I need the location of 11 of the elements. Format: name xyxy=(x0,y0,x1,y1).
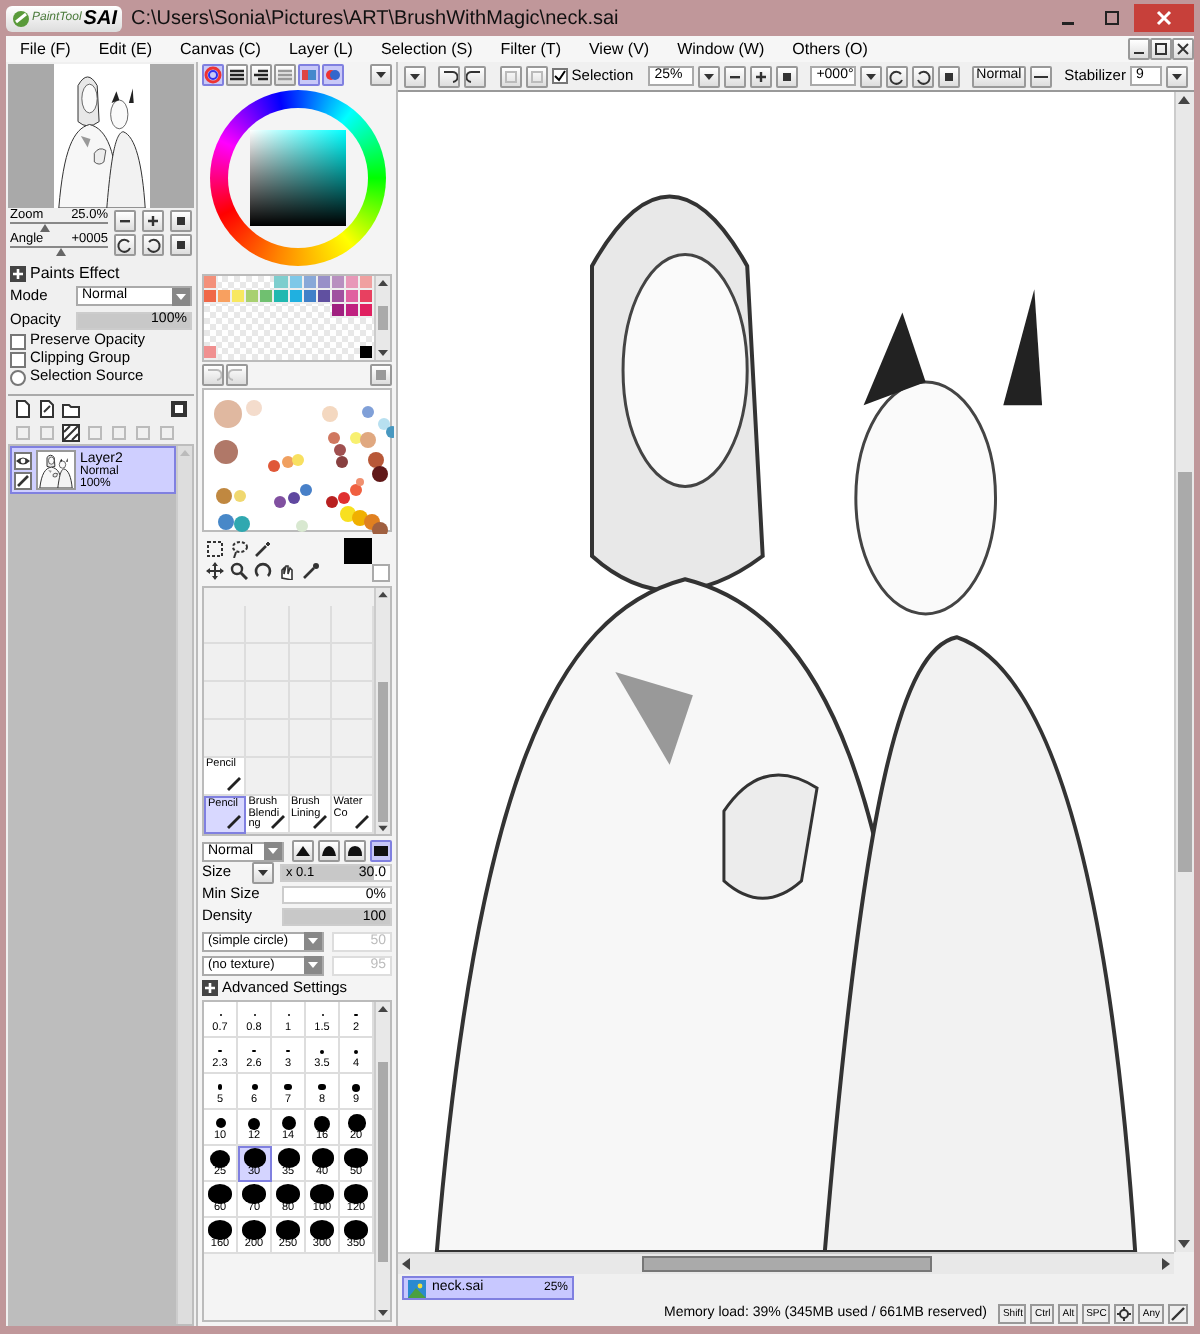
window-title: C:\Users\Sonia\Pictures\ART\BrushWithMagic\neck.sai xyxy=(130,7,619,29)
menu-item[interactable]: View (V) xyxy=(574,41,664,57)
menu-item[interactable]: Filter (T) xyxy=(486,41,575,57)
menu-item[interactable]: Window (W) xyxy=(663,41,779,57)
menu-item[interactable]: Canvas (C) xyxy=(166,41,275,57)
menu-item[interactable]: File (F) xyxy=(6,41,85,57)
menu-item[interactable]: Layer (L) xyxy=(274,41,367,57)
menu-item[interactable]: Edit (E) xyxy=(84,41,166,57)
menu-item[interactable]: Selection (S) xyxy=(366,41,487,57)
menu-item[interactable]: Others (O) xyxy=(778,41,882,57)
section-title: Paints Effect xyxy=(30,265,120,283)
